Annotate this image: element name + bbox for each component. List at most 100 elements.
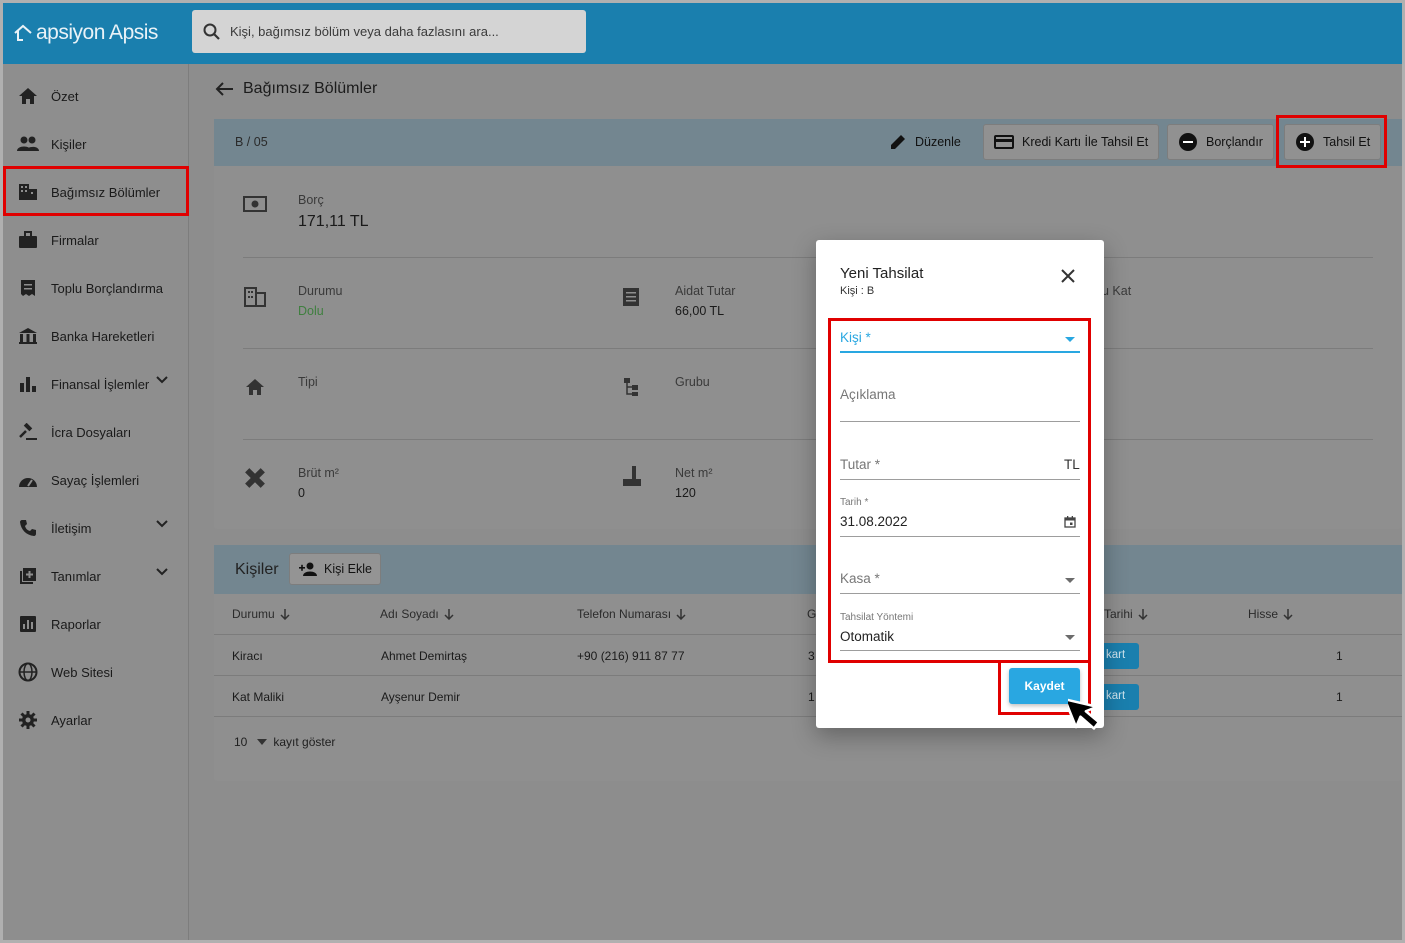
home-icon (246, 379, 264, 395)
chevron-down-icon[interactable] (155, 519, 169, 529)
group-label: Grubu (675, 375, 710, 389)
sidebar-item-web-sitesi[interactable]: Web Sitesi (3, 648, 189, 696)
home-icon (17, 85, 39, 107)
column-header-date[interactable]: Tarihi (1104, 607, 1148, 621)
gross-area-value: 0 (298, 486, 305, 500)
sidebar-item-toplu-borclandirma[interactable]: Toplu Borçlandırma (3, 264, 189, 312)
row-status: Kiracı (232, 649, 263, 663)
search-icon (203, 23, 220, 40)
divider (214, 675, 1402, 676)
sidebar-item-banka-hareketleri[interactable]: Banka Hareketleri (3, 312, 189, 360)
logo-house-icon (14, 24, 32, 41)
back-arrow-icon[interactable] (215, 81, 235, 97)
divider (243, 257, 1373, 258)
dropdown-arrow-icon (257, 739, 268, 745)
highlight-form-fields (828, 318, 1091, 663)
sidebar-item-label: İletişim (51, 520, 92, 536)
bank-icon (17, 325, 39, 347)
sidebar-item-sayac-islemleri[interactable]: Sayaç İşlemleri (3, 456, 189, 504)
gross-area-label: Brüt m² (298, 466, 339, 480)
column-header-name[interactable]: Adı Soyadı (380, 607, 454, 621)
sort-arrow-icon (1138, 609, 1148, 620)
dialog-title: Yeni Tahsilat (840, 265, 924, 282)
credit-card-button-label: Kredi Kartı İle Tahsil Et (1022, 135, 1149, 149)
sidebar-item-label: Firmalar (51, 232, 99, 248)
row-partial: 3 (808, 649, 815, 663)
bar-chart-icon (17, 373, 39, 395)
net-area-value: 120 (675, 486, 696, 500)
logo-text: apsiyon Apsis (36, 21, 158, 44)
sidebar-item-label: Banka Hareketleri (51, 328, 155, 344)
add-person-button[interactable]: Kişi Ekle (289, 553, 381, 585)
top-bar: apsiyon Apsis Kişi, bağımsız bölüm veya … (3, 3, 1402, 64)
meter-icon (17, 469, 39, 491)
pencil-icon (891, 135, 905, 149)
status-label: Durumu (298, 284, 343, 298)
page-title: Bağımsız Bölümler (243, 80, 378, 97)
sidebar-item-iletisim[interactable]: İletişim (3, 504, 189, 552)
column-header-phone[interactable]: Telefon Numarası (577, 607, 686, 621)
type-label: Tipi (298, 375, 318, 389)
sidebar-item-label: İcra Dosyaları (51, 424, 132, 440)
receipt-icon (17, 277, 39, 299)
sidebar-item-label: Ayarlar (51, 712, 92, 728)
hierarchy-icon (624, 378, 638, 396)
people-icon (17, 133, 39, 155)
edit-button-label: Düzenle (915, 135, 961, 149)
unit-code: B / 05 (235, 135, 268, 149)
credit-card-icon (994, 135, 1014, 149)
sidebar-item-label: Finansal İşlemler (51, 376, 150, 392)
debt-label: Borç (298, 193, 324, 207)
page-header: Bağımsız Bölümler (215, 80, 377, 98)
debt-value: 171,11 TL (298, 213, 369, 230)
sidebar-item-raporlar[interactable]: Raporlar (3, 600, 189, 648)
net-area-label: Net m² (675, 466, 713, 480)
sidebar-item-ayarlar[interactable]: Ayarlar (3, 696, 189, 744)
globe-icon (17, 661, 39, 683)
column-header-share[interactable]: Hisse (1248, 607, 1293, 621)
sidebar-item-label: Tanımlar (51, 568, 101, 584)
row-name: Ayşenur Demir (381, 690, 461, 704)
sidebar-item-kisiler[interactable]: Kişiler (3, 120, 189, 168)
debit-button[interactable]: Borçlandır (1167, 124, 1274, 160)
credit-card-collect-button[interactable]: Kredi Kartı İle Tahsil Et (983, 124, 1160, 160)
divider (243, 439, 1373, 440)
briefcase-icon (17, 229, 39, 251)
sort-arrow-icon (676, 609, 686, 620)
highlight-sidebar-item (3, 166, 189, 216)
sort-arrow-icon (444, 609, 454, 620)
page-size-label: kayıt göster (273, 735, 336, 749)
money-icon (243, 196, 267, 212)
row-status: Kat Maliki (232, 690, 285, 704)
sidebar-item-label: Raporlar (51, 616, 101, 632)
row-share: 1 (1336, 649, 1343, 663)
sidebar-item-label: Toplu Borçlandırma (51, 280, 163, 296)
column-header-partial[interactable]: G (807, 607, 816, 621)
app-logo[interactable]: apsiyon Apsis (13, 21, 158, 45)
sidebar-item-firmalar[interactable]: Firmalar (3, 216, 189, 264)
debit-button-label: Borçlandır (1206, 135, 1263, 149)
gear-icon (17, 709, 39, 731)
row-partial: 1 (808, 690, 815, 704)
square-foot-icon (623, 466, 641, 486)
building-icon (244, 287, 266, 307)
edit-button[interactable]: Düzenle (879, 124, 971, 160)
sidebar-item-ozet[interactable]: Özet (3, 72, 189, 120)
close-icon[interactable] (1060, 268, 1076, 284)
dialog-subtitle: Kişi : B (840, 285, 875, 297)
sidebar-item-finansal-islemler[interactable]: Finansal İşlemler (3, 360, 189, 408)
sidebar-item-tanimlar[interactable]: Tanımlar (3, 552, 189, 600)
search-placeholder: Kişi, bağımsız bölüm veya daha fazlasını… (230, 24, 499, 39)
page-size-selector[interactable]: 10 kayıt göster (234, 735, 335, 749)
sidebar-item-icra-dosyalari[interactable]: İcra Dosyaları (3, 408, 189, 456)
floor-label: u Kat (1102, 284, 1132, 298)
row-share: 1 (1336, 690, 1343, 704)
search-bar[interactable]: Kişi, bağımsız bölüm veya daha fazlasını… (192, 10, 586, 53)
row-phone: +90 (216) 911 87 77 (577, 649, 685, 663)
column-header-status[interactable]: Durumu (232, 607, 290, 621)
gavel-icon (17, 421, 39, 443)
chevron-down-icon[interactable] (155, 567, 169, 577)
people-title: Kişiler (235, 561, 279, 578)
chevron-down-icon[interactable] (155, 375, 169, 385)
sort-arrow-icon (280, 609, 290, 620)
